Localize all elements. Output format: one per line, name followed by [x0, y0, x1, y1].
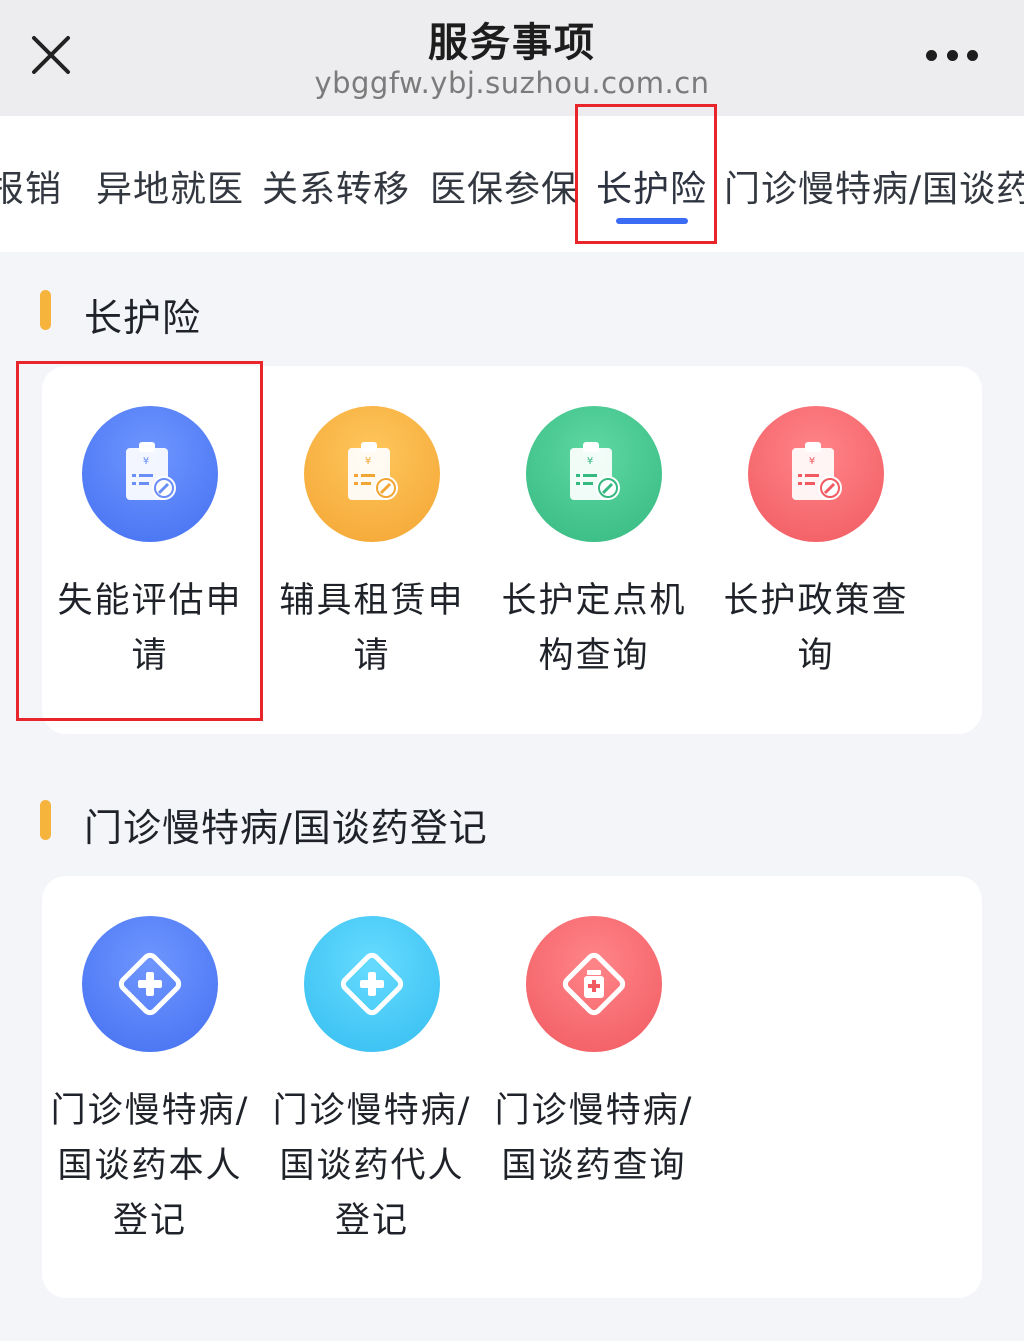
medicine-bottle-diamond-icon	[526, 916, 662, 1052]
page-url: ybggfw.ybj.suzhou.com.cn	[314, 66, 710, 100]
service-policy-query[interactable]: ¥ 长护政策查 询	[706, 406, 926, 686]
medical-cross-diamond-icon	[304, 916, 440, 1052]
clipboard-edit-icon: ¥	[526, 406, 662, 542]
tab-remote-medical[interactable]: 异地就医	[96, 160, 244, 212]
tab-chronic-disease[interactable]: 门诊慢特病/国谈药	[724, 160, 1024, 212]
section-title-long-term-care: 长护险	[84, 296, 202, 340]
svg-text:¥: ¥	[809, 456, 815, 467]
service-chronic-query[interactable]: 门诊慢特病/ 国谈药查询	[484, 916, 704, 1246]
title-bar: 服务事项 ybggfw.ybj.suzhou.com.cn	[0, 0, 1024, 116]
svg-text:¥: ¥	[587, 456, 593, 467]
service-label-line: 国谈药代人	[279, 1146, 465, 1186]
svg-text:¥: ¥	[365, 456, 371, 467]
more-options-icon[interactable]	[926, 46, 978, 64]
tab-highlight-box	[575, 104, 717, 244]
service-label-line: 长护定点机	[501, 581, 687, 621]
service-label-line: 询	[797, 636, 835, 676]
service-label-line: 请	[353, 636, 391, 676]
service-label-line: 构查询	[538, 636, 650, 676]
service-label-line: 门诊慢特病/	[272, 1091, 472, 1131]
service-assistive-device-rental[interactable]: ¥ 辅具租赁申 请	[262, 406, 482, 686]
clipboard-edit-icon: ¥	[304, 406, 440, 542]
clipboard-edit-icon: ¥	[748, 406, 884, 542]
service-chronic-proxy-register[interactable]: 门诊慢特病/ 国谈药代人 登记	[262, 916, 482, 1246]
service-label-line: 国谈药查询	[501, 1146, 687, 1186]
section-marker	[40, 800, 51, 840]
service-label-line: 门诊慢特病/	[50, 1091, 250, 1131]
service-label-line: 登记	[334, 1201, 409, 1241]
tab-insurance-enroll[interactable]: 医保参保	[430, 160, 578, 212]
service-label-line: 国谈药本人	[57, 1146, 243, 1186]
tab-transfer[interactable]: 关系转移	[262, 160, 410, 212]
tab-reimbursement[interactable]: 报销	[0, 160, 62, 212]
section-title-chronic-disease: 门诊慢特病/国谈药登记	[84, 806, 488, 850]
service-designated-institution-query[interactable]: ¥ 长护定点机 构查询	[484, 406, 704, 686]
service-highlight-box	[16, 361, 263, 721]
category-tabs: 报销 异地就医 关系转移 医保参保 长护险 门诊慢特病/国谈药	[0, 116, 1024, 252]
section-marker	[40, 290, 51, 330]
page-title: 服务事项	[428, 20, 596, 66]
service-label-line: 长护政策查	[723, 581, 909, 621]
medical-cross-diamond-icon	[82, 916, 218, 1052]
service-label-line: 门诊慢特病/	[494, 1091, 694, 1131]
service-chronic-self-register[interactable]: 门诊慢特病/ 国谈药本人 登记	[40, 916, 260, 1246]
service-label-line: 辅具租赁申	[279, 581, 465, 621]
service-label-line: 登记	[112, 1201, 187, 1241]
